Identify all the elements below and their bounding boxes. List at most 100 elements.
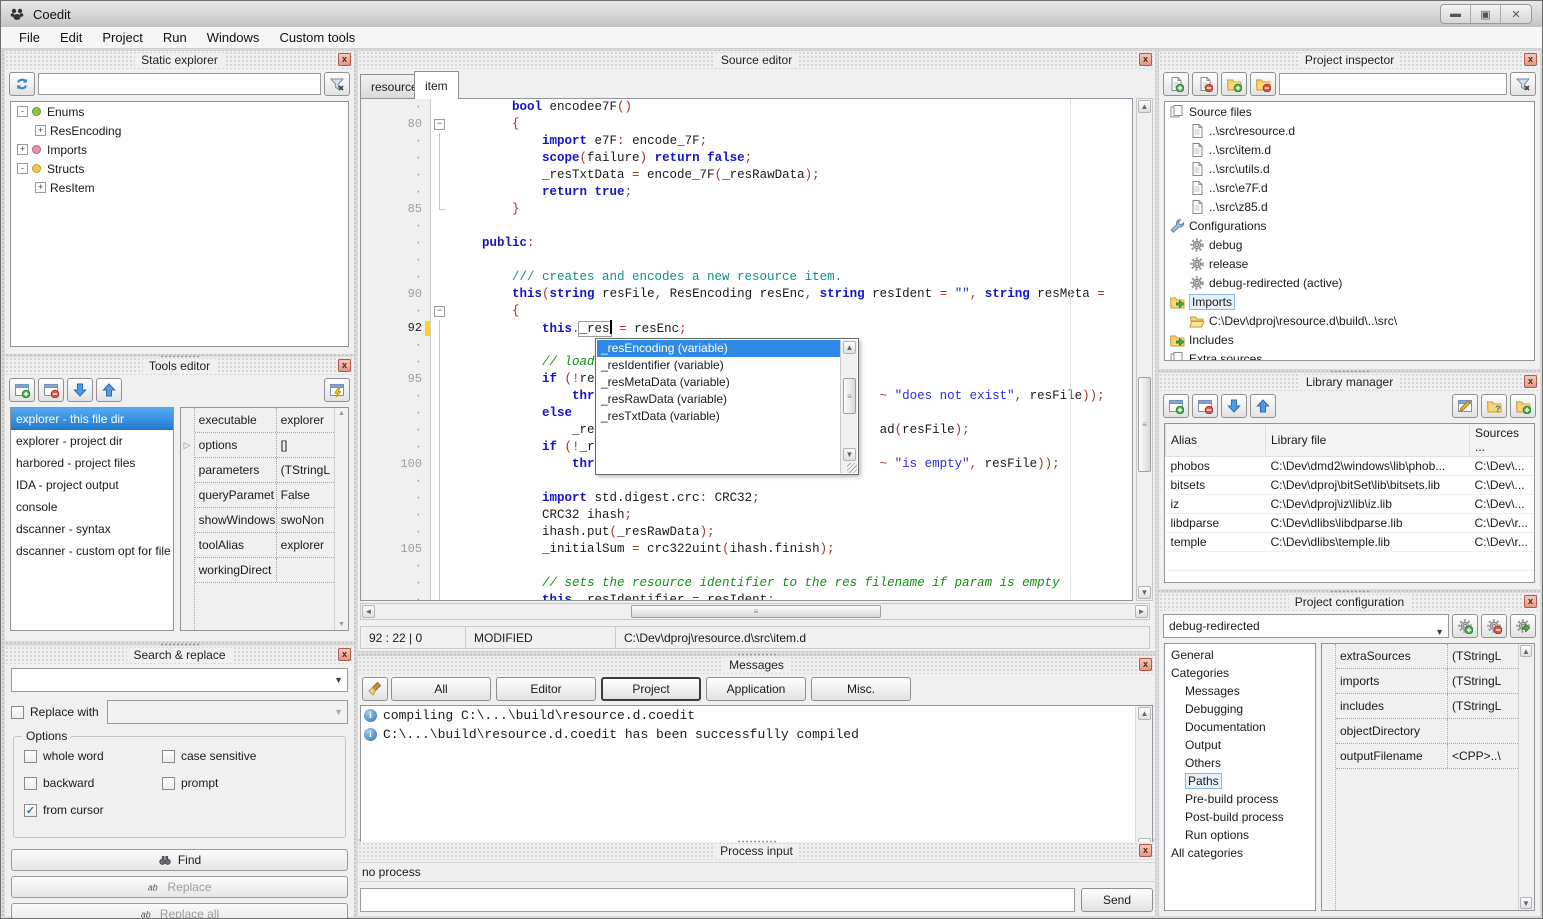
scroll-up-icon[interactable]: ▲ bbox=[1138, 707, 1151, 720]
category-item[interactable]: Others bbox=[1165, 754, 1315, 772]
splitter-handle[interactable] bbox=[5, 642, 354, 647]
property-row[interactable]: workingDirect bbox=[195, 558, 334, 583]
scroll-thumb[interactable]: ≡ bbox=[1138, 377, 1151, 472]
fold-gutter[interactable] bbox=[431, 405, 448, 422]
category-item[interactable]: Debugging bbox=[1165, 700, 1315, 718]
move-up-button[interactable] bbox=[1250, 394, 1276, 418]
scroll-up-icon[interactable]: ▲ bbox=[843, 341, 856, 354]
file-add-button[interactable] bbox=[1163, 72, 1189, 96]
fold-gutter[interactable] bbox=[431, 133, 448, 150]
lib-from-project-button[interactable]: ? bbox=[1481, 394, 1507, 418]
splitter-handle[interactable] bbox=[1159, 369, 1540, 374]
fold-gutter[interactable] bbox=[431, 218, 448, 235]
lib-add-button[interactable] bbox=[1163, 394, 1189, 418]
property-row[interactable]: queryParametFalse bbox=[195, 483, 334, 508]
fold-gutter[interactable] bbox=[431, 150, 448, 167]
close-panel-button[interactable]: x bbox=[1139, 658, 1152, 671]
move-down-button[interactable] bbox=[1221, 394, 1247, 418]
fold-gutter[interactable] bbox=[431, 592, 448, 601]
project-tree-item[interactable]: Extra sources bbox=[1165, 349, 1534, 361]
category-item[interactable]: Categories bbox=[1165, 664, 1315, 682]
scroll-down-icon[interactable]: ▼ bbox=[843, 448, 856, 461]
tool-add-button[interactable] bbox=[9, 378, 35, 402]
completion-item[interactable]: _resMetaData (variable) bbox=[597, 374, 840, 391]
whole-word-checkbox[interactable] bbox=[24, 750, 37, 763]
library-row[interactable]: phobosC:\Dev\dmd2\windows\lib\phob...C:\… bbox=[1166, 457, 1536, 476]
library-table[interactable]: AliasLibrary fileSources ...phobosC:\Dev… bbox=[1165, 424, 1535, 583]
lib-remove-button[interactable] bbox=[1192, 394, 1218, 418]
symbol-tree-item[interactable]: +ResEncoding bbox=[11, 121, 348, 140]
expand-icon[interactable]: + bbox=[17, 144, 28, 155]
fold-gutter[interactable] bbox=[431, 252, 448, 269]
fold-gutter[interactable] bbox=[431, 473, 448, 490]
project-tree-item[interactable]: Imports bbox=[1165, 292, 1534, 311]
replace-with-combo[interactable]: ▼ bbox=[107, 700, 348, 724]
scroll-down-icon[interactable]: ▼ bbox=[1138, 586, 1151, 599]
property-row[interactable]: showWindowsswoNon bbox=[195, 508, 334, 533]
config-clone-button[interactable] bbox=[1510, 614, 1536, 638]
process-input-field[interactable] bbox=[360, 888, 1075, 912]
project-tree-item[interactable]: debug-redirected (active) bbox=[1165, 273, 1534, 292]
category-item[interactable]: Paths bbox=[1165, 772, 1315, 790]
tools-list-item[interactable]: dscanner - syntax bbox=[11, 518, 173, 540]
menu-item-edit[interactable]: Edit bbox=[50, 28, 92, 47]
splitter-handle[interactable] bbox=[358, 839, 1155, 844]
property-row[interactable]: toolAliasexplorer bbox=[195, 533, 334, 558]
tools-list-item[interactable]: dscanner - custom opt for file bbox=[11, 540, 173, 562]
fold-gutter[interactable]: − bbox=[431, 116, 448, 133]
tools-list[interactable]: explorer - this file direxplorer - proje… bbox=[10, 407, 174, 631]
fold-gutter[interactable] bbox=[431, 439, 448, 456]
library-row[interactable]: templeC:\Dev\dlibs\temple.libC:\Dev\r... bbox=[1166, 533, 1536, 552]
close-button[interactable]: ✕ bbox=[1501, 5, 1531, 23]
refresh-button[interactable] bbox=[9, 72, 35, 96]
fold-gutter[interactable] bbox=[431, 456, 448, 473]
fold-gutter[interactable] bbox=[431, 541, 448, 558]
property-row[interactable]: outputFilename<CPP>..\ bbox=[1336, 744, 1518, 769]
filter-clear-button[interactable] bbox=[1510, 72, 1536, 96]
property-row[interactable]: parameters(TStringL bbox=[195, 458, 334, 483]
fold-gutter[interactable] bbox=[431, 337, 448, 354]
project-tree-item[interactable]: ..\src\z85.d bbox=[1165, 197, 1534, 216]
option-backward[interactable]: backward bbox=[24, 776, 94, 790]
fold-gutter[interactable] bbox=[431, 201, 448, 218]
resize-grip[interactable] bbox=[847, 463, 857, 473]
fold-collapse-icon[interactable]: − bbox=[434, 119, 445, 130]
project-tree-item[interactable]: Source files bbox=[1165, 102, 1534, 121]
scroll-thumb[interactable]: ≡ bbox=[631, 605, 881, 618]
column-header[interactable]: Library file bbox=[1266, 424, 1470, 457]
category-item[interactable]: Post-build process bbox=[1165, 808, 1315, 826]
property-row[interactable]: options[] bbox=[195, 433, 334, 458]
category-item[interactable]: Messages bbox=[1165, 682, 1315, 700]
scroll-left-icon[interactable]: ◄ bbox=[362, 605, 375, 618]
symbol-tree-item[interactable]: -Enums bbox=[11, 102, 348, 121]
menu-item-windows[interactable]: Windows bbox=[197, 28, 270, 47]
close-panel-button[interactable]: x bbox=[1524, 53, 1537, 66]
category-item[interactable]: General bbox=[1165, 646, 1315, 664]
close-panel-button[interactable]: x bbox=[1524, 595, 1537, 608]
from-cursor-checkbox[interactable]: ✓ bbox=[24, 804, 37, 817]
filter-editor[interactable]: Editor bbox=[496, 677, 596, 701]
fold-gutter[interactable] bbox=[431, 558, 448, 575]
option-whole-word[interactable]: whole word bbox=[24, 749, 104, 763]
fold-gutter[interactable] bbox=[431, 167, 448, 184]
backward-checkbox[interactable] bbox=[24, 777, 37, 790]
property-row[interactable]: imports(TStringL bbox=[1336, 669, 1518, 694]
fold-gutter[interactable] bbox=[431, 371, 448, 388]
fold-gutter[interactable] bbox=[431, 320, 448, 337]
category-item[interactable]: Output bbox=[1165, 736, 1315, 754]
column-header[interactable]: Alias bbox=[1166, 424, 1266, 457]
scroll-thumb[interactable]: ≡ bbox=[843, 378, 856, 414]
symbol-tree-item[interactable]: -Structs bbox=[11, 159, 348, 178]
category-item[interactable]: All categories bbox=[1165, 844, 1315, 862]
folder-remove-button[interactable] bbox=[1250, 72, 1276, 96]
project-tree[interactable]: Source files..\src\resource.d..\src\item… bbox=[1164, 101, 1535, 361]
fold-gutter[interactable] bbox=[431, 388, 448, 405]
category-item[interactable]: Run options bbox=[1165, 826, 1315, 844]
splitter-handle[interactable] bbox=[358, 652, 1155, 657]
replace-button[interactable]: abReplace bbox=[11, 876, 348, 898]
completion-scrollbar[interactable]: ▲ ▼ ≡ bbox=[840, 340, 857, 473]
menu-item-run[interactable]: Run bbox=[153, 28, 197, 47]
configuration-combo[interactable]: debug-redirected▼ bbox=[1163, 614, 1449, 638]
scroll-up-icon[interactable]: ▲ bbox=[1520, 645, 1532, 657]
close-panel-button[interactable]: x bbox=[1139, 53, 1152, 66]
